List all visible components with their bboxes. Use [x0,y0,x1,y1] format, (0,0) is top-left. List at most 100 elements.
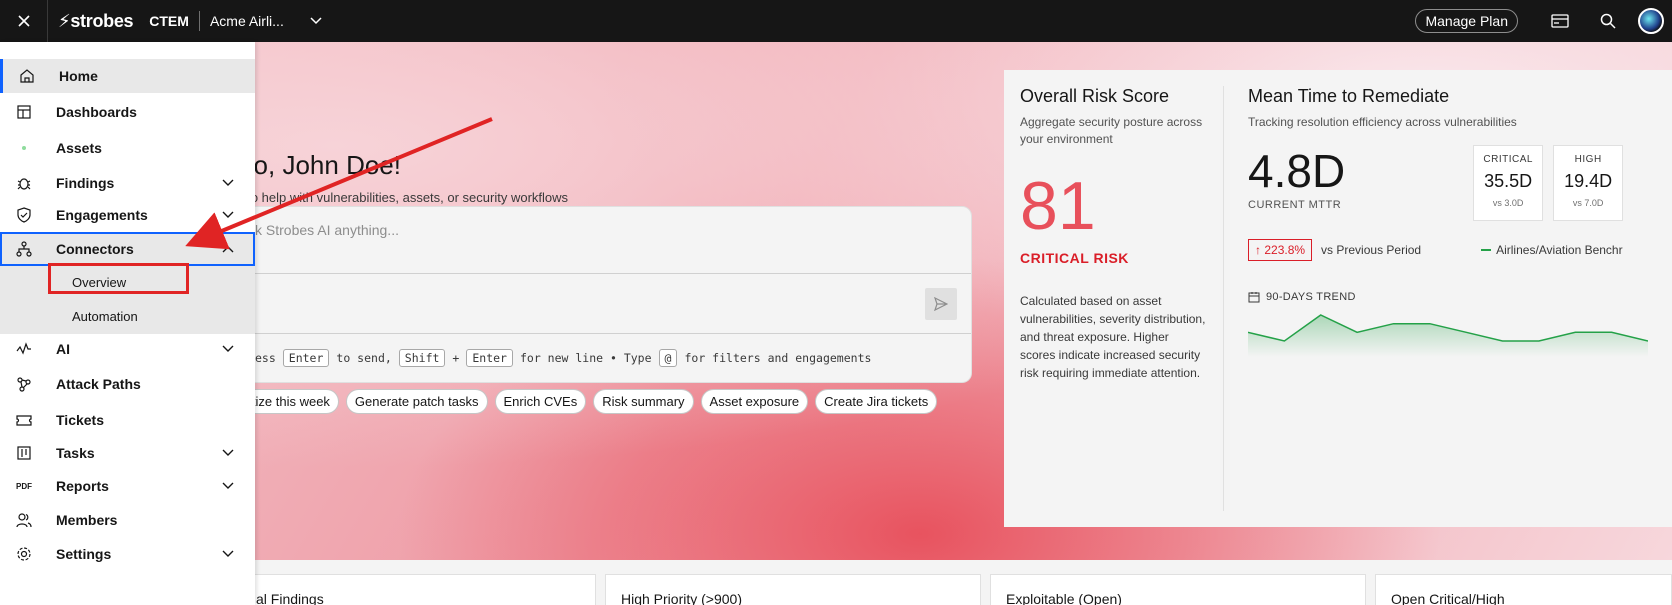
sidebar-item-label: Tickets [56,412,104,428]
sidebar-item-attack-paths[interactable]: Attack Paths [0,367,255,401]
top-bar: ⚡strobes CTEM Acme Airli... Manage Plan [0,0,1672,42]
card-title: Overall Risk Score [1020,86,1170,106]
product-name: CTEM [149,13,189,29]
connectors-icon [16,241,32,257]
search-icon[interactable] [1584,0,1632,42]
divider [233,333,971,334]
sidebar: Home Dashboards Assets Findings Engageme… [0,42,255,605]
suggestion-chips: itize this week Generate patch tasks Enr… [240,389,938,414]
home-icon [19,68,35,84]
card-title: Mean Time to Remediate [1248,86,1450,106]
sidebar-item-label: Settings [56,546,112,562]
chevron-down-icon[interactable] [306,11,326,31]
sidebar-item-tasks[interactable]: Tasks [0,436,255,470]
sidebar-item-members[interactable]: Members [0,503,255,537]
assets-icon [16,140,32,156]
pdf-icon: PDF [16,481,32,491]
chevron-down-icon[interactable] [220,546,236,562]
suggestion-chip[interactable]: Generate patch tasks [345,389,488,414]
calendar-icon [1248,292,1260,303]
sidebar-item-ai[interactable]: AI [0,332,255,366]
sidebar-item-reports[interactable]: PDF Reports [0,469,255,503]
trend-label: 90-DAYS TREND [1248,291,1648,303]
tile-exploitable[interactable]: Exploitable (Open) [990,574,1366,605]
shield-icon [16,207,32,223]
mttr-value: 4.8D [1248,145,1346,197]
sidebar-item-label: Home [59,68,98,84]
risk-score-card: Overall Risk Score Aggregate security po… [1004,70,1223,527]
sidebar-item-home[interactable]: Home [0,59,255,93]
strobes-logo[interactable]: ⚡strobes [58,11,134,32]
chevron-down-icon[interactable] [220,341,236,357]
legend-line-icon [1481,249,1492,251]
severity-value: 35.5D [1484,171,1533,191]
chevron-down-icon[interactable] [220,207,236,223]
billing-icon[interactable] [1536,0,1584,42]
suggestion-chip[interactable]: Create Jira tickets [815,389,938,414]
risk-description: Calculated based on asset vulnerabilitie… [1020,294,1206,380]
chevron-down-icon[interactable] [220,175,236,191]
chevron-up-icon[interactable] [220,241,236,257]
severity-benchmark: vs 7.0D [1572,198,1604,208]
hint-text: ess [255,351,276,365]
sidebar-item-label: Attack Paths [56,376,141,392]
sidebar-item-label: Engagements [56,207,148,223]
trend-label-text: 90-DAYS TREND [1266,291,1356,303]
send-icon[interactable] [925,288,957,320]
mttr-card: Mean Time to Remediate Tracking resoluti… [1223,86,1672,511]
sidebar-item-findings[interactable]: Findings [0,166,255,200]
chevron-down-icon[interactable] [220,445,236,461]
chevron-down-icon[interactable] [220,478,236,494]
ai-chat-box[interactable]: k Strobes AI anything... ess Enter to se… [232,206,972,383]
sidebar-item-label: AI [56,341,70,357]
members-icon [16,512,32,528]
sidebar-subitem-automation[interactable]: Automation [0,300,255,334]
suggestion-chip[interactable]: Asset exposure [700,389,809,414]
tile-open-critical-high[interactable]: Open Critical/High [1375,574,1672,605]
benchmark-legend: Airlines/Aviation Benchr [1481,243,1623,257]
tile-high-priority[interactable]: High Priority (>900) [605,574,981,605]
metrics-panel: Overall Risk Score Aggregate security po… [1004,70,1672,527]
kbd-key: Enter [466,349,513,367]
tile-total-findings[interactable]: al Findings [240,574,596,605]
suggestion-chip[interactable]: Enrich CVEs [494,389,587,414]
sidebar-item-label: Reports [56,478,109,494]
severity-benchmark: vs 3.0D [1492,198,1524,208]
gear-icon [16,546,32,562]
tasks-icon [16,445,32,461]
sidebar-item-engagements[interactable]: Engagements [0,198,255,232]
severity-value: 19.4D [1564,171,1613,191]
greeting-subtitle: I to help with vulnerabilities, assets, … [240,190,569,205]
card-subtitle: Aggregate security posture across your e… [1020,115,1203,146]
bug-icon [16,175,32,191]
kbd-key: Shift [398,349,446,367]
sidebar-item-label: Assets [56,140,102,156]
sidebar-item-settings[interactable]: Settings [0,537,255,571]
manage-plan-button[interactable]: Manage Plan [1415,9,1518,33]
close-icon[interactable] [0,0,48,42]
benchmark-label: Airlines/Aviation Benchr [1496,243,1623,257]
sidebar-item-label: Members [56,512,118,528]
severity-label: HIGH [1574,154,1602,165]
sidebar-item-label: Findings [56,175,115,191]
sidebar-item-connectors[interactable]: Connectors [0,232,255,266]
sidebar-item-label: Tasks [56,445,95,461]
suggestion-chip[interactable]: Risk summary [593,389,694,414]
avatar[interactable] [1638,8,1664,34]
dashboard-icon [16,104,32,120]
chat-input-placeholder[interactable]: k Strobes AI anything... [255,222,399,238]
change-badge: ↑ 223.8% [1248,239,1313,261]
trend-area [1248,315,1648,357]
org-selector[interactable]: Acme Airli... [210,13,284,29]
sidebar-subitem-label: Automation [72,309,138,324]
sidebar-item-label: Connectors [56,241,134,257]
sidebar-item-dashboards[interactable]: Dashboards [0,95,255,129]
divider [198,11,200,31]
change-text: vs Previous Period [1321,243,1422,257]
ai-icon [16,341,32,357]
hint-text: to send, [336,351,392,365]
sidebar-item-tickets[interactable]: Tickets [0,403,255,437]
sidebar-item-assets[interactable]: Assets [0,131,255,165]
risk-score-value: 81 [1020,168,1096,244]
trend-sparkline [1247,314,1649,357]
